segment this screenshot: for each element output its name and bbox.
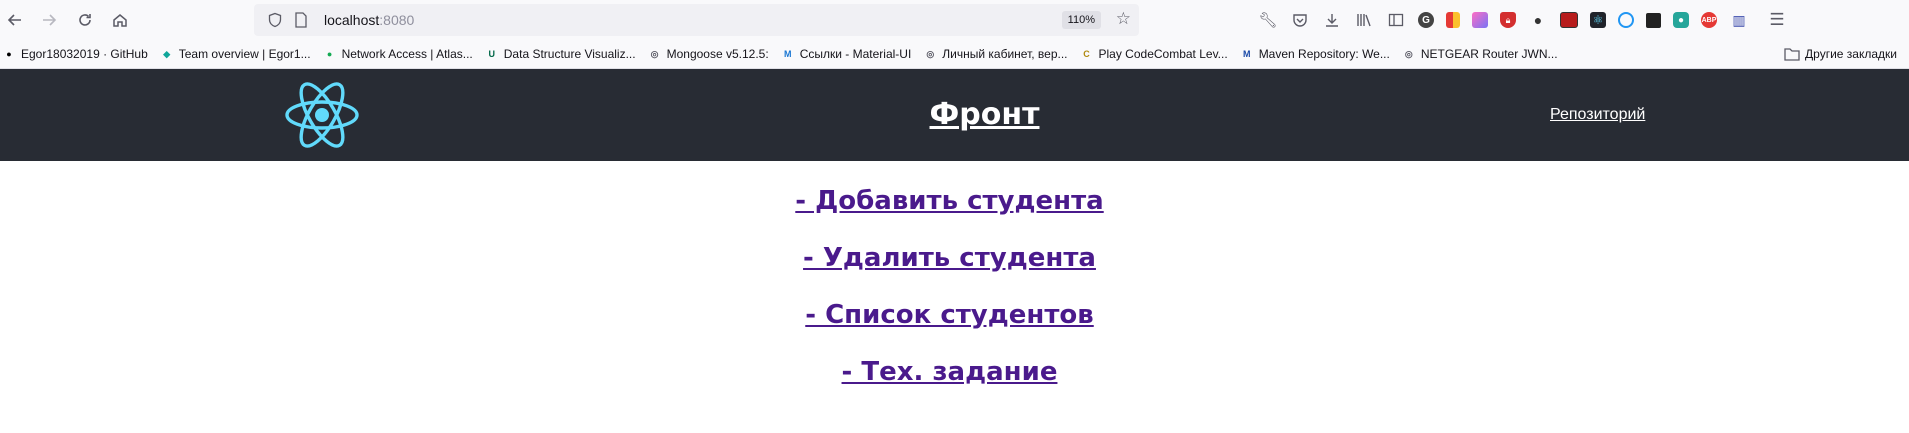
main-menu: - Добавить студента - Удалить студента -… — [0, 161, 1909, 387]
menu-link-student-list[interactable]: - Список студентов — [0, 300, 1909, 330]
color-picker-icon[interactable] — [1472, 12, 1488, 28]
download-icon[interactable] — [1322, 10, 1342, 30]
bookmark-label: Ссылки - Material-UI — [799, 47, 912, 61]
github-icon: ● — [6, 49, 12, 59]
bookmark-item[interactable]: ◎ Личный кабинет, вер... — [923, 47, 1067, 61]
circle-blue-icon[interactable] — [1618, 12, 1634, 28]
other-bookmarks-folder[interactable]: Другие закладки — [1784, 40, 1897, 68]
bookmarks-bar: ● Egor18032019 · GitHub ◆ Team overview | E… — [0, 40, 1909, 69]
home-button[interactable] — [105, 5, 135, 35]
bookmark-label: Maven Repository: We... — [1258, 47, 1390, 61]
bookmark-item[interactable]: U Data Structure Visualiz... — [485, 47, 636, 61]
arrow-left-icon — [7, 14, 21, 26]
bookmark-item[interactable]: ● Network Access | Atlas... — [323, 47, 473, 61]
usf-icon: U — [488, 49, 496, 59]
react-devtools-icon[interactable]: ⚛ — [1590, 12, 1606, 28]
bookmark-item[interactable]: ● Egor18032019 · GitHub — [2, 47, 148, 61]
globe-icon: ◎ — [650, 48, 659, 59]
maven-icon: M — [1242, 49, 1251, 59]
chess-pieces-icon[interactable]: ● — [1528, 10, 1548, 30]
reload-icon — [79, 14, 91, 26]
bookmark-item[interactable]: C Play CodeCombat Lev... — [1080, 47, 1228, 61]
mongodb-leaf-icon: ● — [326, 49, 333, 59]
bookmark-label: Network Access | Atlas... — [341, 47, 473, 61]
map-icon[interactable]: ▥ — [1729, 10, 1749, 30]
url-text[interactable]: localhost:8080 — [324, 12, 414, 28]
green-extension-icon[interactable]: ● — [1673, 12, 1689, 28]
material-ui-icon: M — [783, 49, 792, 59]
url-port: :8080 — [379, 12, 415, 28]
red-box-icon[interactable] — [1560, 12, 1578, 28]
bookmark-label: Личный кабинет, вер... — [942, 47, 1068, 61]
bookmark-label: Play CodeCombat Lev... — [1098, 47, 1228, 61]
reload-button[interactable] — [70, 5, 100, 35]
bookmark-label: Egor18032019 · GitHub — [21, 47, 148, 61]
repository-link[interactable]: Репозиторий — [1550, 106, 1645, 124]
app-header: Фронт Репозиторий — [0, 69, 1909, 161]
wrench-icon[interactable]: 🔧︎ — [1258, 10, 1278, 30]
bookmark-label: Team overview | Egor1... — [178, 47, 311, 61]
bookmark-item[interactable]: M Ссылки - Material-UI — [781, 47, 912, 61]
page-icon[interactable] — [290, 9, 312, 31]
sidebar-icon[interactable] — [1386, 10, 1406, 30]
pocket-icon[interactable] — [1290, 10, 1310, 30]
forward-button[interactable] — [34, 5, 64, 35]
diamond-icon: ◆ — [163, 48, 171, 59]
save-icon[interactable] — [1646, 12, 1661, 28]
bookmark-label: Data Structure Visualiz... — [503, 47, 636, 61]
bookmark-label: Mongoose v5.12.5: — [666, 47, 769, 61]
bookmark-item[interactable]: ◎ NETGEAR Router JWN... — [1402, 47, 1558, 61]
grammarly-g-icon[interactable]: G — [1418, 12, 1434, 28]
browser-navbar: localhost:8080 110% ☆ 🔧︎ G 🔒︎ ● ⚛ ● ABP … — [0, 0, 1909, 40]
globe-icon: ◎ — [1404, 48, 1413, 59]
bookmark-item[interactable]: M Maven Repository: We... — [1240, 47, 1390, 61]
other-bookmarks-label: Другие закладки — [1805, 47, 1897, 61]
codecombat-icon: C — [1083, 49, 1090, 59]
zoom-indicator[interactable]: 110% — [1061, 11, 1101, 29]
menu-icon[interactable]: ☰ — [1767, 10, 1787, 30]
home-icon — [113, 14, 127, 27]
bookmark-label: NETGEAR Router JWN... — [1420, 47, 1558, 61]
library-icon[interactable] — [1354, 10, 1374, 30]
menu-link-tech-spec[interactable]: - Тех. задание — [0, 357, 1909, 387]
url-host: localhost — [324, 12, 380, 28]
bookmark-star-icon[interactable]: ☆ — [1116, 9, 1131, 29]
bookmark-item[interactable]: ◎ Mongoose v5.12.5: — [648, 47, 769, 61]
adblock-plus-icon[interactable]: ABP — [1701, 12, 1717, 28]
menu-link-add-student[interactable]: - Добавить студента — [0, 186, 1909, 216]
globe-icon: ◎ — [926, 48, 935, 59]
shield-red-icon[interactable]: 🔒︎ — [1500, 12, 1516, 28]
arrow-right-icon — [43, 14, 57, 26]
shield-icon[interactable] — [264, 9, 286, 31]
extensions-toolbar: 🔧︎ G 🔒︎ ● ⚛ ● ABP ▥ ☰ — [1258, 0, 1799, 40]
bookmark-item[interactable]: ◆ Team overview | Egor1... — [160, 47, 311, 61]
back-button[interactable] — [0, 5, 30, 35]
bookmark-flag-icon[interactable] — [1446, 12, 1460, 28]
address-bar[interactable]: localhost:8080 110% ☆ — [254, 4, 1139, 36]
folder-icon — [1784, 48, 1800, 61]
menu-link-delete-student[interactable]: - Удалить студента — [0, 243, 1909, 273]
